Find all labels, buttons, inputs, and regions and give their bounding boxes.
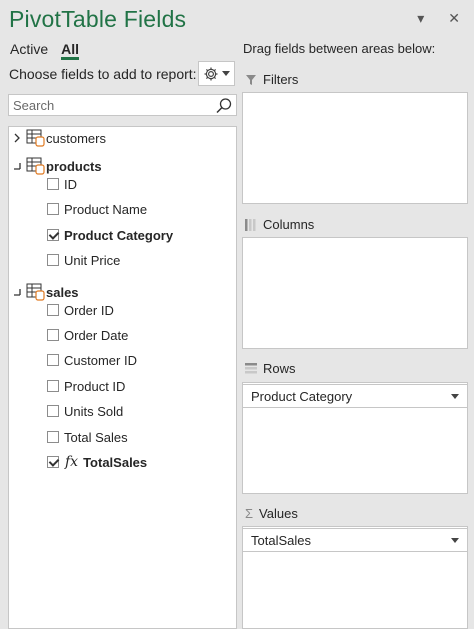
panel-title: PivotTable Fields <box>9 6 187 32</box>
field-label: Order Date <box>64 327 129 343</box>
field-item[interactable]: Product ID <box>47 375 125 397</box>
rows-field-label: Product Category <box>251 388 353 404</box>
values-field-label: TotalSales <box>251 532 311 548</box>
table-icon <box>26 129 45 147</box>
tools-button[interactable] <box>198 61 235 86</box>
header-controls: ▾ ✕ <box>417 10 460 27</box>
checkbox[interactable] <box>47 329 59 341</box>
field-item[interactable]: ID <box>47 173 77 195</box>
area-label: Filters <box>263 72 299 87</box>
checkbox-checked[interactable] <box>47 456 59 468</box>
field-label: TotalSales <box>83 454 148 470</box>
choose-fields-label: Choose fields to add to report: <box>9 66 197 82</box>
table-icon <box>26 283 45 301</box>
search-box <box>8 94 237 116</box>
table-name: products <box>46 158 102 174</box>
gear-icon <box>204 67 218 80</box>
checkbox[interactable] <box>47 178 59 190</box>
checkbox[interactable] <box>47 405 59 417</box>
field-item[interactable]: fx TotalSales <box>47 451 147 473</box>
field-item[interactable]: Customer ID <box>47 349 137 371</box>
field-label: Product Name <box>64 201 148 217</box>
search-icon[interactable] <box>215 97 233 115</box>
columns-icon <box>245 218 256 231</box>
columns-drop-zone[interactable] <box>242 237 468 349</box>
area-title-values: Σ Values <box>245 506 298 521</box>
area-title-filters: Filters <box>245 72 298 87</box>
area-label: Columns <box>263 217 315 232</box>
filters-drop-zone[interactable] <box>242 92 468 204</box>
tab-active[interactable]: Active <box>10 41 48 60</box>
table-name: customers <box>46 130 106 146</box>
chevron-down-icon[interactable] <box>451 393 459 399</box>
table-row-customers[interactable]: customers <box>12 127 106 149</box>
field-item[interactable]: Order ID <box>47 299 114 321</box>
area-title-columns: Columns <box>245 217 314 232</box>
field-label: ID <box>64 176 77 192</box>
tab-bar: Active All <box>10 41 80 60</box>
field-item[interactable]: Unit Price <box>47 249 120 271</box>
field-label: Product ID <box>64 378 126 394</box>
task-pane-options-icon[interactable]: ▾ <box>417 10 424 27</box>
field-item[interactable]: Units Sold <box>47 400 123 422</box>
table-name: sales <box>46 284 79 300</box>
area-label: Values <box>259 506 298 521</box>
field-label: Units Sold <box>64 403 124 419</box>
field-label: Unit Price <box>64 252 121 268</box>
checkbox[interactable] <box>47 354 59 366</box>
field-label: Total Sales <box>64 429 128 445</box>
search-input[interactable] <box>9 97 207 113</box>
drag-hint: Drag fields between areas below: <box>243 41 436 56</box>
rows-field-item[interactable]: Product Category <box>242 384 468 408</box>
table-icon <box>26 157 45 175</box>
checkbox[interactable] <box>47 203 59 215</box>
field-item[interactable]: Product Name <box>47 198 147 220</box>
sigma-icon: Σ <box>245 506 254 521</box>
field-item[interactable]: Product Category <box>47 224 173 246</box>
checkbox[interactable] <box>47 254 59 266</box>
chevron-right-icon[interactable] <box>12 132 22 144</box>
collapse-icon[interactable] <box>12 286 22 298</box>
chevron-down-icon[interactable] <box>451 537 459 543</box>
function-icon: fx <box>65 454 79 470</box>
field-label: Customer ID <box>64 352 137 368</box>
field-list: customers products ID Product Name Produ… <box>8 126 237 629</box>
area-label: Rows <box>263 361 296 376</box>
checkbox[interactable] <box>47 380 59 392</box>
filter-icon <box>246 74 256 85</box>
checkbox[interactable] <box>47 304 59 316</box>
tab-all[interactable]: All <box>61 41 80 60</box>
field-item[interactable]: Total Sales <box>47 426 128 448</box>
field-label: Order ID <box>64 302 114 318</box>
field-label: Product Category <box>64 227 174 243</box>
checkbox-checked[interactable] <box>47 229 59 241</box>
rows-icon <box>245 362 257 373</box>
area-title-rows: Rows <box>245 361 296 376</box>
collapse-icon[interactable] <box>12 160 22 172</box>
chevron-down-icon <box>222 71 230 76</box>
values-field-item[interactable]: TotalSales <box>242 528 468 552</box>
field-item[interactable]: Order Date <box>47 324 128 346</box>
close-icon[interactable]: ✕ <box>448 10 460 27</box>
checkbox[interactable] <box>47 431 59 443</box>
